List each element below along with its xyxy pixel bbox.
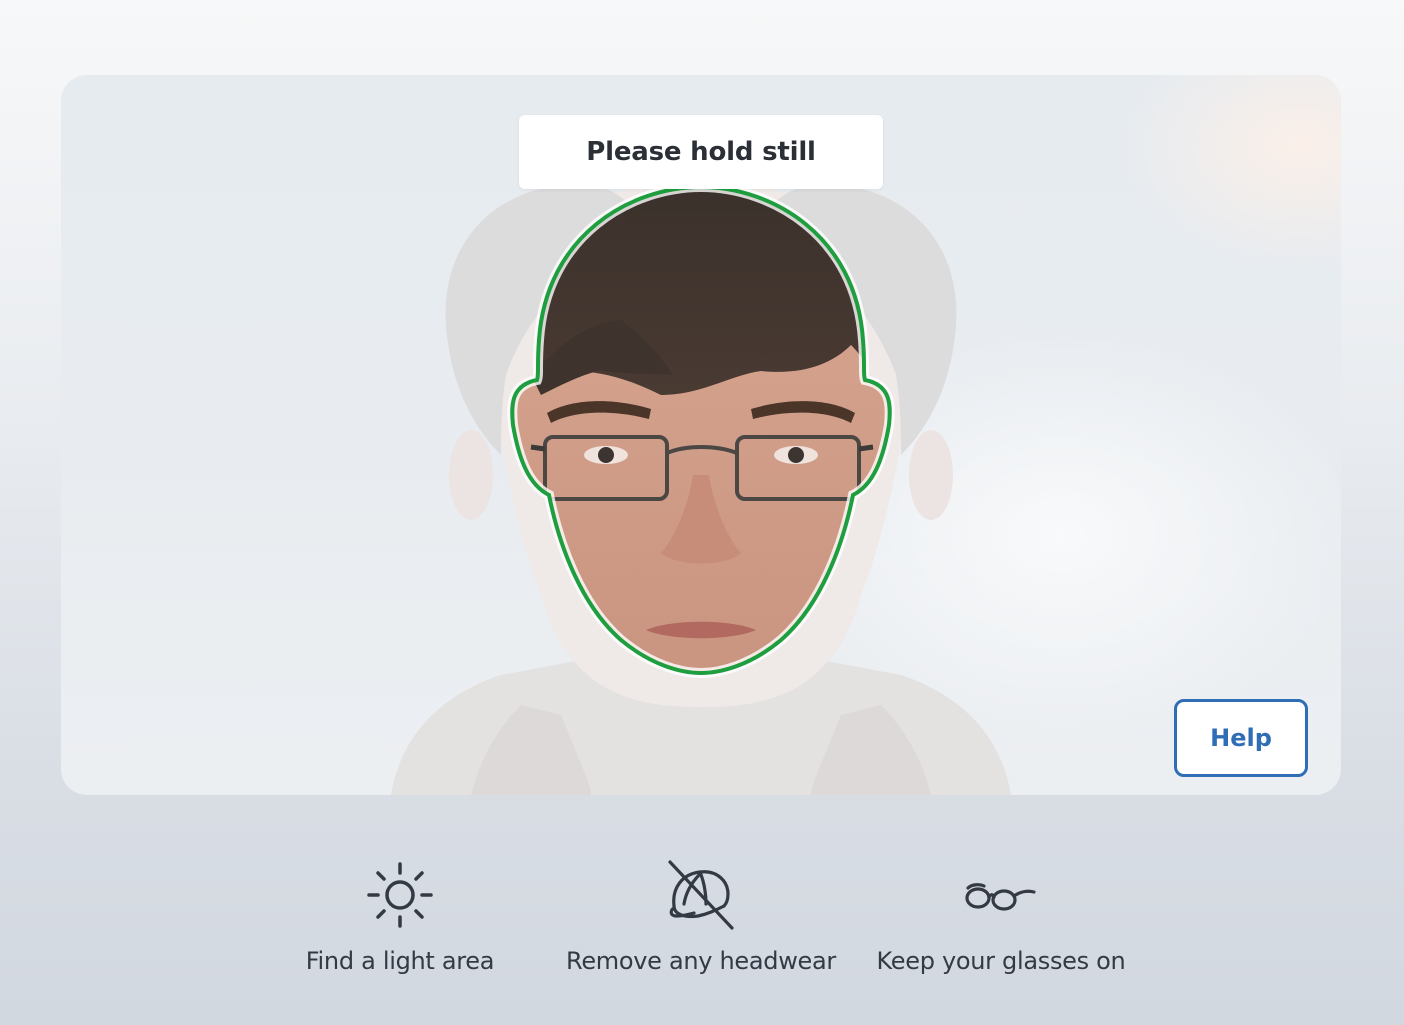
status-prompt: Please hold still [519, 115, 883, 189]
glasses-icon [961, 855, 1041, 935]
tip-keep-glasses: Keep your glasses on [851, 855, 1151, 975]
tip-label: Find a light area [305, 947, 495, 975]
sun-icon [360, 855, 440, 935]
camera-preview: Please hold still Help [61, 75, 1341, 795]
tip-label: Remove any headwear [566, 947, 836, 975]
tip-label: Keep your glasses on [876, 947, 1126, 975]
tips-row: Find a light area Remove any headwear Ke… [0, 855, 1404, 995]
tip-light-area: Find a light area [250, 855, 550, 975]
tip-remove-headwear: Remove any headwear [551, 855, 851, 975]
help-button[interactable]: Help [1174, 699, 1308, 777]
no-headwear-icon [661, 855, 741, 935]
